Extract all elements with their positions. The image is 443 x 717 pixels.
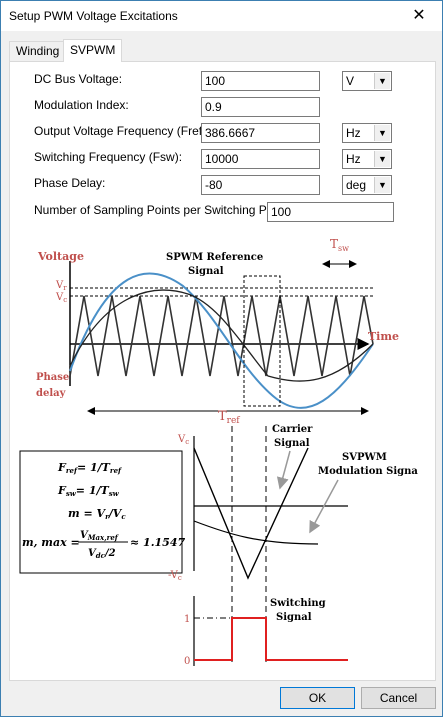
switching-frequency-unit: Hz: [346, 152, 361, 166]
dc-bus-voltage-unit-select[interactable]: V ▼: [342, 71, 392, 91]
cancel-button[interactable]: Cancel: [361, 687, 436, 709]
phase-label: Phase: [36, 372, 69, 383]
output-frequency-unit-select[interactable]: Hz ▼: [342, 123, 392, 143]
voltage-label: Voltage: [37, 250, 84, 263]
spwm-signal-label: Signal: [188, 266, 224, 277]
tab-svpwm[interactable]: SVPWM: [63, 39, 123, 62]
phase-delay-unit-select[interactable]: deg ▼: [342, 175, 392, 195]
equation-mmax-result: ≈ 1.1547: [130, 536, 185, 549]
switching-signal-waveform: [194, 617, 348, 661]
ok-button[interactable]: OK: [280, 687, 355, 709]
spwm-reference-label: SPWM Reference: [166, 252, 263, 263]
window-title: Setup PWM Voltage Excitations: [9, 9, 178, 23]
phase-delay-unit: deg: [346, 178, 367, 192]
zoom-vc-label: Vc: [177, 434, 189, 446]
chevron-down-icon: ▼: [374, 177, 390, 193]
zoom-carrier-wave: [193, 447, 309, 580]
tref-label: Tref: [218, 409, 240, 426]
close-icon[interactable]: ✕: [396, 1, 442, 31]
svpwm-label: SVPWM: [342, 452, 387, 463]
output-frequency-label: Output Voltage Frequency (Fref):: [34, 124, 210, 138]
time-label: Time: [368, 330, 399, 343]
vc-label: Vc: [55, 292, 67, 304]
carrier-signal-waveform: [69, 295, 374, 377]
modulation-index-label: Modulation Index:: [34, 98, 129, 112]
tsw-label: Tsw: [330, 237, 349, 253]
svpwm-modulation-waveform: [69, 289, 374, 382]
chevron-down-icon: ▼: [374, 125, 390, 141]
output-frequency-unit: Hz: [346, 126, 361, 140]
switching-signal-label: Signal: [276, 612, 312, 623]
switching-zero-label: 0: [184, 656, 190, 667]
switching-one-label: 1: [184, 614, 190, 625]
chevron-down-icon: ▼: [374, 73, 390, 89]
vr-label: Vr: [55, 280, 67, 292]
phase-delay-label: Phase Delay:: [34, 176, 106, 190]
switching-frequency-label: Switching Frequency (Fsw):: [34, 150, 183, 164]
dialog-window: Setup PWM Voltage Excitations ✕ Winding …: [0, 0, 443, 717]
modulation-index-input[interactable]: 0.9: [201, 97, 320, 117]
chevron-down-icon: ▼: [374, 151, 390, 167]
dc-bus-voltage-input[interactable]: 100: [201, 71, 320, 91]
carrier-label: Carrier: [272, 424, 313, 435]
dc-bus-voltage-unit: V: [346, 74, 355, 88]
sampling-points-label: Number of Sampling Points per Switching …: [34, 203, 297, 217]
phase-delay-input[interactable]: -80: [201, 175, 320, 195]
switching-frequency-input[interactable]: 10000: [201, 149, 320, 169]
output-frequency-input[interactable]: 386.6667: [201, 123, 320, 143]
svpwm-modulation-label: Modulation Signal: [318, 466, 418, 477]
equation-m: m = Vr/Vc: [68, 507, 126, 521]
svpwm-diagram-svg: Voltage SPWM Reference Signal Tsw Vr Vc …: [19, 237, 422, 667]
tab-winding[interactable]: Winding: [9, 41, 67, 61]
equation-mmax: m, max =: [22, 536, 80, 549]
carrier-signal-label: Signal: [274, 438, 310, 449]
zoom-svpwm-wave: [193, 520, 319, 545]
switching-label: Switching: [270, 598, 326, 609]
sampling-points-input[interactable]: 100: [267, 202, 394, 222]
delay-label: delay: [36, 388, 67, 399]
title-bar: Setup PWM Voltage Excitations ✕: [1, 1, 442, 31]
switching-frequency-unit-select[interactable]: Hz ▼: [342, 149, 392, 169]
dc-bus-voltage-label: DC Bus Voltage:: [34, 72, 123, 86]
svpwm-diagram: Voltage SPWM Reference Signal Tsw Vr Vc …: [18, 226, 422, 676]
carrier-pointer: [276, 450, 291, 490]
